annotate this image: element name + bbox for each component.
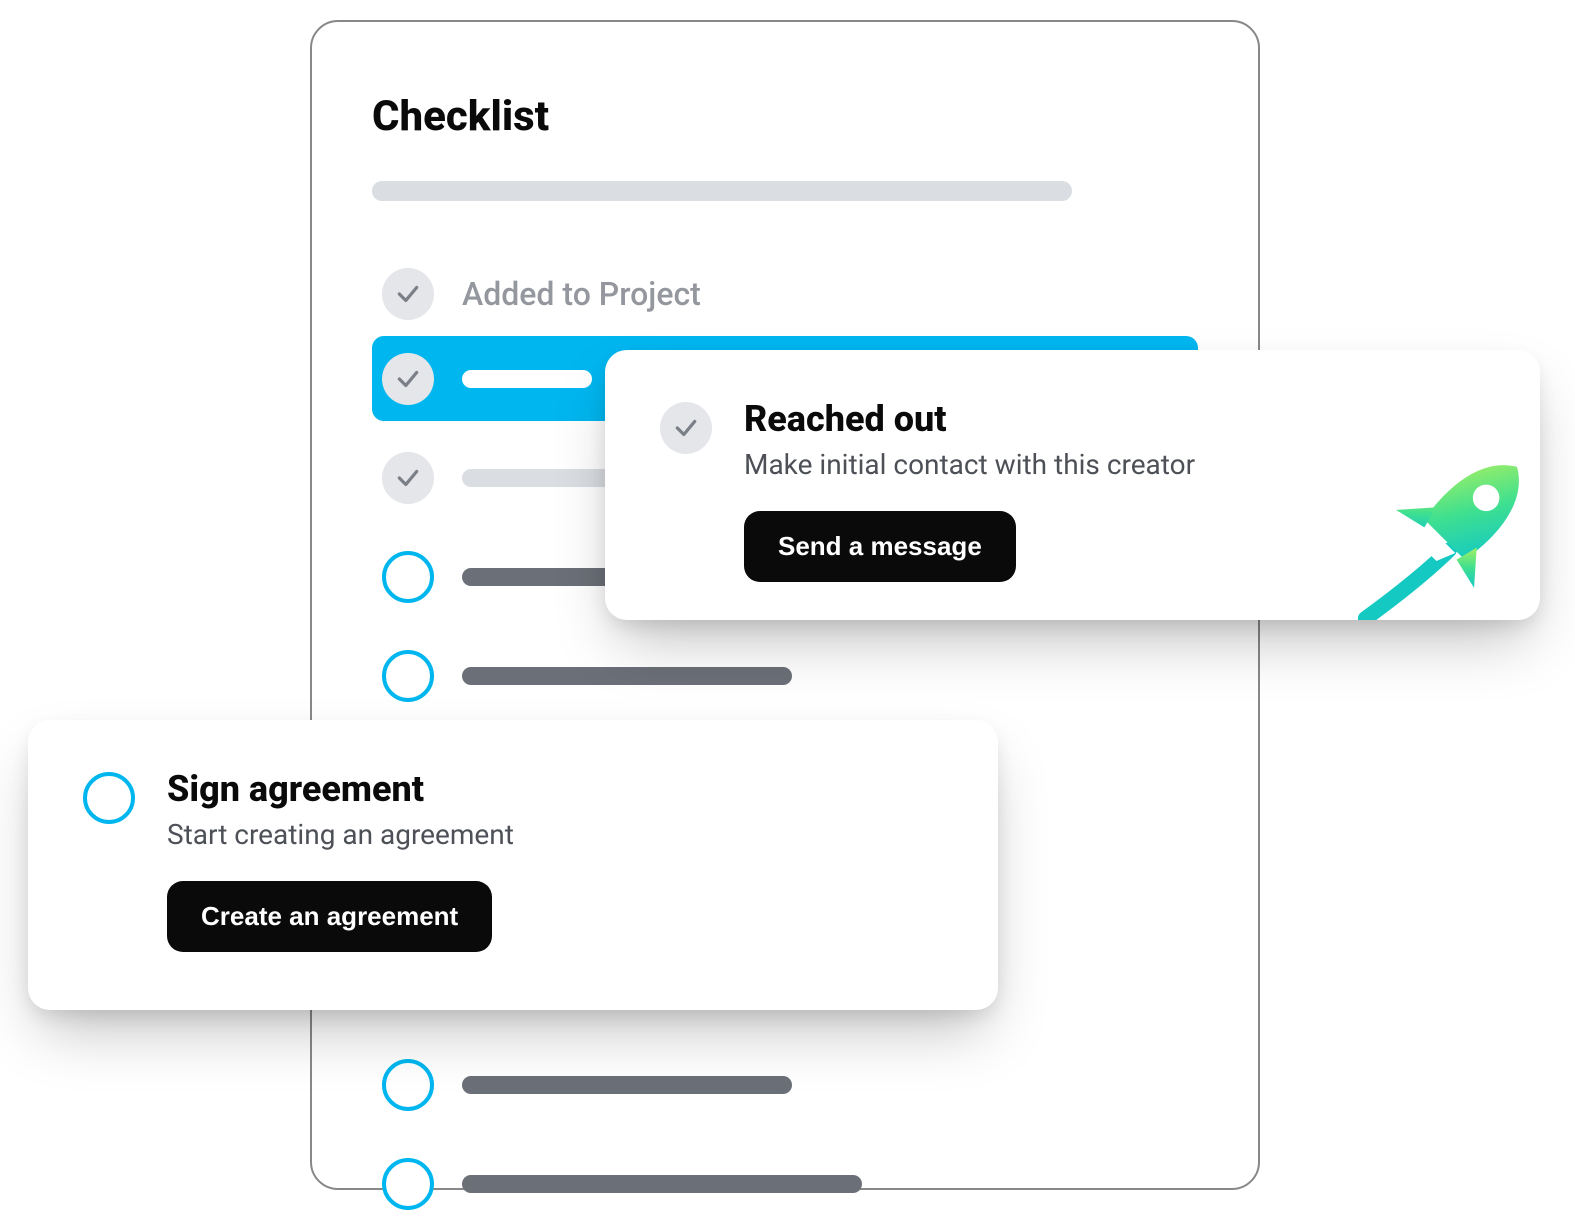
checkmark-icon — [382, 268, 434, 320]
checklist-row[interactable] — [372, 1141, 1198, 1226]
circle-icon — [83, 772, 135, 824]
placeholder-bar — [462, 667, 792, 685]
circle-icon — [382, 650, 434, 702]
placeholder-bar — [462, 370, 592, 388]
placeholder-bar — [462, 1175, 862, 1193]
circle-icon — [382, 551, 434, 603]
detail-title: Reached out — [744, 398, 1195, 440]
detail-card-sign-agreement: Sign agreement Start creating an agreeme… — [28, 720, 998, 1010]
send-message-button[interactable]: Send a message — [744, 511, 1016, 582]
checklist-row[interactable] — [372, 633, 1198, 718]
checklist-row-added-to-project[interactable]: Added to Project — [372, 251, 1198, 336]
detail-card-reached-out: Reached out Make initial contact with th… — [605, 350, 1540, 620]
checklist-row[interactable] — [372, 1042, 1198, 1127]
create-agreement-button[interactable]: Create an agreement — [167, 881, 492, 952]
checkmark-icon — [382, 353, 434, 405]
checkmark-icon — [660, 402, 712, 454]
page-title: Checklist — [372, 92, 1198, 141]
circle-icon — [382, 1059, 434, 1111]
checklist-item-label: Added to Project — [462, 275, 701, 313]
circle-icon — [382, 1158, 434, 1210]
rocket-icon — [1356, 438, 1540, 620]
checkmark-icon — [382, 452, 434, 504]
detail-subtitle: Start creating an agreement — [167, 818, 514, 851]
detail-title: Sign agreement — [167, 768, 514, 810]
detail-subtitle: Make initial contact with this creator — [744, 448, 1195, 481]
placeholder-bar — [372, 181, 1072, 201]
placeholder-bar — [462, 1076, 792, 1094]
